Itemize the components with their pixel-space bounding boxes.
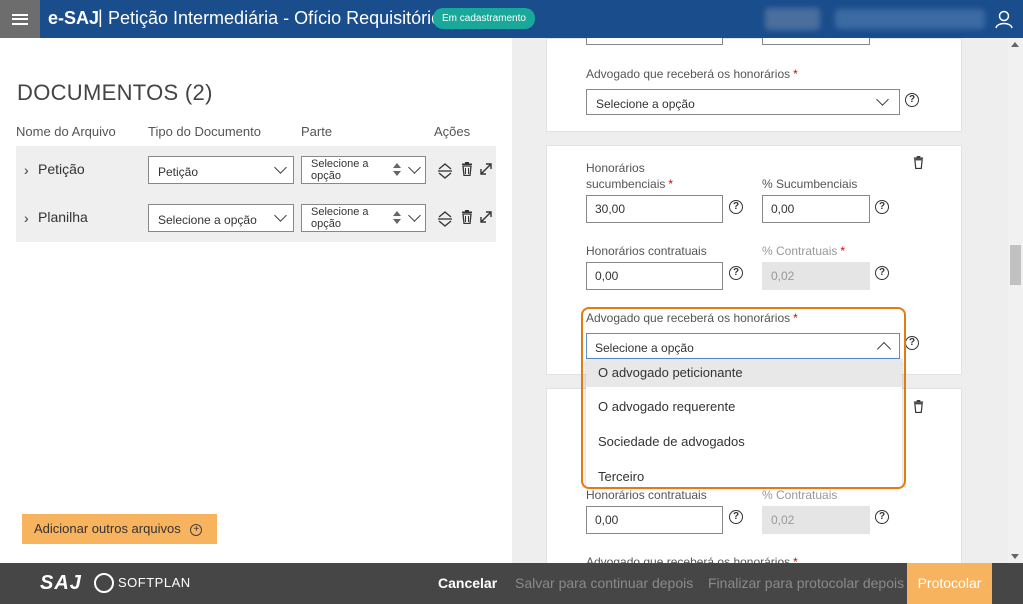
add-files-label: Adicionar outros arquivos xyxy=(34,521,181,536)
help-icon[interactable]: ? xyxy=(875,266,889,280)
expand-chevron-icon[interactable]: › xyxy=(24,210,29,226)
documents-title: DOCUMENTOS (2) xyxy=(17,80,213,105)
advogado-select[interactable]: Selecione a opção xyxy=(586,89,900,115)
chevron-down-icon xyxy=(408,161,421,174)
column-header-doc-type: Tipo do Documento xyxy=(148,124,261,139)
honorarios-contratuais-label: Honorários contratuais xyxy=(586,488,707,502)
help-icon[interactable]: ? xyxy=(729,266,743,280)
honorarios-sucumbenciais-label-line1: Honorários xyxy=(586,161,645,175)
softplan-logo-icon xyxy=(94,573,114,593)
status-badge: Em cadastramento xyxy=(433,8,535,29)
scroll-up-arrow-icon[interactable] xyxy=(1011,42,1019,47)
document-name[interactable]: Petição xyxy=(38,161,85,177)
doc-type-select[interactable]: Petição xyxy=(148,156,294,184)
help-icon[interactable]: ? xyxy=(729,200,743,214)
doc-type-value: Petição xyxy=(158,165,199,179)
parte-select[interactable]: Selecione a opção xyxy=(301,204,426,232)
trash-icon[interactable] xyxy=(461,210,473,224)
advogado-label: Advogado que receberá os honorários * xyxy=(586,67,798,81)
app-header: e-SAJ | Petição Intermediária - Ofício R… xyxy=(0,0,1023,38)
spinner-icon xyxy=(392,162,402,178)
doc-type-select[interactable]: Selecione a opção xyxy=(148,204,294,232)
help-icon[interactable]: ? xyxy=(729,510,743,524)
scrolled-input[interactable] xyxy=(586,38,723,45)
help-icon[interactable]: ? xyxy=(875,510,889,524)
document-row: › Petição Petição Selecione a opção xyxy=(16,146,496,194)
reorder-icon[interactable] xyxy=(437,162,453,180)
chevron-down-icon xyxy=(274,161,287,174)
help-icon[interactable]: ? xyxy=(905,336,919,350)
hamburger-icon xyxy=(12,13,28,25)
pct-contratuais-input: 0,02 xyxy=(762,506,870,534)
protocol-button[interactable]: Protocolar xyxy=(907,563,992,604)
title-separator: | xyxy=(98,7,103,27)
scroll-down-arrow-icon[interactable] xyxy=(1011,554,1019,559)
user-icon[interactable] xyxy=(994,9,1014,29)
honorarios-contratuais-input[interactable]: 0,00 xyxy=(586,262,723,290)
pct-contratuais-label: % Contratuais * xyxy=(762,244,846,258)
column-header-parte: Parte xyxy=(301,124,333,139)
column-header-actions: Ações xyxy=(434,124,471,139)
trash-icon[interactable] xyxy=(461,162,473,176)
menu-button[interactable] xyxy=(0,0,40,38)
chevron-down-icon xyxy=(274,209,287,222)
honorarios-sucumbenciais-input[interactable]: 30,00 xyxy=(586,195,723,223)
document-row: › Planilha Selecione a opção Selecione a… xyxy=(16,194,496,242)
user-info-redacted xyxy=(765,8,820,30)
save-later-button[interactable]: Salvar para continuar depois xyxy=(515,563,693,604)
advogado-select-value: Selecione a opção xyxy=(596,97,695,111)
add-files-button[interactable]: Adicionar outros arquivos + xyxy=(22,514,217,544)
column-header-filename: Nome do Arquivo xyxy=(16,124,116,139)
user-name-redacted[interactable] xyxy=(835,9,985,29)
chevron-down-icon xyxy=(408,209,421,222)
expand-icon[interactable] xyxy=(479,162,493,176)
cancel-button[interactable]: Cancelar xyxy=(438,563,497,604)
pct-sucumbenciais-label: % Sucumbenciais xyxy=(762,177,858,191)
honorarios-card xyxy=(546,38,962,132)
parte-select[interactable]: Selecione a opção xyxy=(301,156,426,184)
trash-icon[interactable] xyxy=(913,156,924,169)
doc-type-value: Selecione a opção xyxy=(158,213,257,227)
pct-contratuais-label: % Contratuais xyxy=(762,488,838,502)
pct-sucumbenciais-input[interactable]: 0,00 xyxy=(762,195,870,223)
spinner-icon xyxy=(392,210,402,226)
parte-value: Selecione a opção xyxy=(311,158,369,182)
highlight-outline xyxy=(581,307,906,489)
saj-logo: SAJ xyxy=(40,572,82,594)
honorarios-sucumbenciais-label: sucumbenciais * xyxy=(586,177,674,191)
help-icon[interactable]: ? xyxy=(905,93,919,107)
trash-icon[interactable] xyxy=(913,400,924,413)
expand-icon[interactable] xyxy=(479,210,493,224)
softplan-logo: SOFTPLAN xyxy=(118,575,191,590)
page-title: Petição Intermediária - Ofício Requisitó… xyxy=(108,8,442,28)
chevron-down-icon xyxy=(876,93,889,106)
scrollbar-thumb[interactable] xyxy=(1010,245,1021,285)
parte-value: Selecione a opção xyxy=(311,206,369,230)
document-name[interactable]: Planilha xyxy=(38,209,88,225)
footer-bar: SAJ SOFTPLAN Cancelar Salvar para contin… xyxy=(0,563,1023,604)
scrolled-input[interactable] xyxy=(762,38,870,45)
honorarios-contratuais-input[interactable]: 0,00 xyxy=(586,506,723,534)
finalize-later-button[interactable]: Finalizar para protocolar depois xyxy=(708,563,904,604)
expand-chevron-icon[interactable]: › xyxy=(24,162,29,178)
reorder-icon[interactable] xyxy=(437,210,453,228)
pct-contratuais-input: 0,02 xyxy=(762,262,870,290)
app-name: e-SAJ xyxy=(48,8,100,28)
plus-circle-icon: + xyxy=(190,524,203,536)
scrollbar[interactable] xyxy=(1008,38,1023,563)
honorarios-contratuais-label: Honorários contratuais xyxy=(586,244,707,258)
help-icon[interactable]: ? xyxy=(875,200,889,214)
